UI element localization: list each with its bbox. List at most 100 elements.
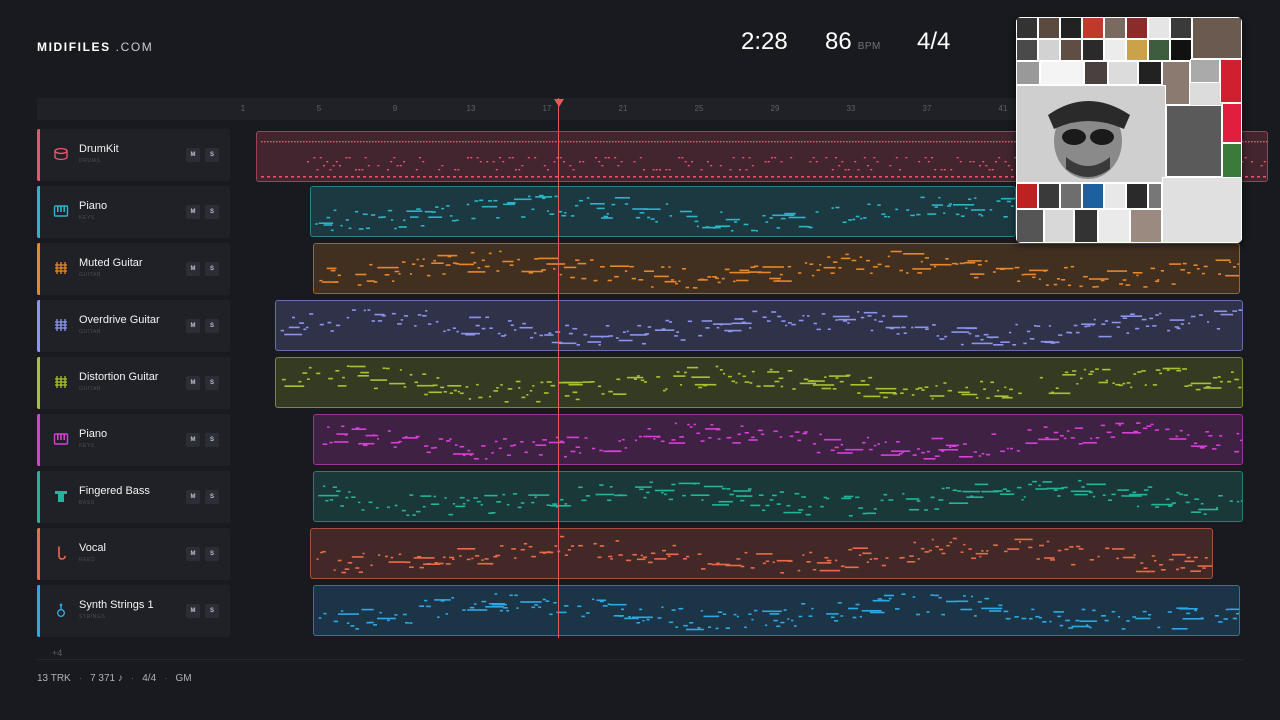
ruler-tick: 1 [240,104,246,113]
brand-logo[interactable]: MIDIFILES .COM [37,40,153,54]
solo-button[interactable]: S [205,604,219,618]
guitar-fretboard-icon [53,317,69,333]
track-color-bar [37,129,40,181]
track-header[interactable]: Distortion Guitar GUITAR M S [37,357,230,409]
midi-clip[interactable] [313,414,1243,465]
solo-button[interactable]: S [205,547,219,561]
midi-clip[interactable] [310,528,1213,579]
ruler-tick: 41 [998,104,1008,113]
mute-button[interactable]: M [186,262,200,276]
midi-standard: GM [175,673,192,684]
solo-button[interactable]: S [205,490,219,504]
mute-button[interactable]: M [186,205,200,219]
track-count: 13 TRK [37,673,71,684]
collage-portrait [1026,95,1156,179]
mute-button[interactable]: M [186,490,200,504]
collage-photo [1130,209,1162,243]
track-header[interactable]: DrumKit DRUMS M S [37,129,230,181]
stats-signature: 4/4 [142,673,157,684]
time-signature: 4/4 [917,28,951,55]
mute-button[interactable]: M [186,376,200,390]
collage-photo [1016,209,1044,243]
solo-button[interactable]: S [205,262,219,276]
midi-clip[interactable] [275,300,1243,351]
track-header[interactable]: Vocal REED M S [37,528,230,580]
ruler-tick: 17 [542,104,552,113]
track-name: Fingered Bass [79,485,150,497]
clip-notes [322,422,1242,460]
collage-photo [1038,17,1060,39]
track-instrument-group: DRUMS [79,158,101,164]
track-color-bar [37,585,40,637]
ruler-tick: 37 [922,104,932,113]
collage-photo [1108,61,1138,85]
collage-photo [1190,59,1220,83]
collage-photo [1148,39,1170,61]
collage-photo [1098,209,1130,243]
track-instrument-group: KEYS [79,443,95,449]
collage-photo [1038,39,1060,61]
playback-time: 2:28 [741,28,788,55]
mute-button[interactable]: M [186,604,200,618]
collage-photo [1044,209,1074,243]
collage-photo [1166,105,1222,177]
clip-notes [280,309,1242,346]
track-instrument-group: REED [79,557,96,563]
clip-notes [281,365,1242,403]
mute-button[interactable]: M [186,319,200,333]
mute-button[interactable]: M [186,547,200,561]
solo-button[interactable]: S [205,433,219,447]
collage-photo [1016,17,1038,39]
track-header[interactable]: Overdrive Guitar GUITAR M S [37,300,230,352]
solo-button[interactable]: S [205,205,219,219]
track-instrument-group: BASS [79,500,95,506]
collage-photo [1104,17,1126,39]
collage-photo [1040,61,1084,85]
saxophone-icon [53,545,69,561]
track-name: DrumKit [79,143,119,155]
album-art-collage [1016,17,1242,243]
track-name: Piano [79,200,108,212]
track-instrument-group: GUITAR [79,386,102,392]
collage-photo [1220,59,1242,103]
track-instrument-group: GUITAR [79,329,102,335]
collage-photo [1126,39,1148,61]
midi-clip[interactable] [275,357,1243,408]
collage-photo [1016,183,1038,209]
solo-button[interactable]: S [205,148,219,162]
solo-button[interactable]: S [205,319,219,333]
collage-photo [1104,183,1126,209]
playhead-handle[interactable] [554,99,564,107]
file-stats: 13 TRK · 7 371 ♪ · 4/4 · GM [37,673,192,684]
collage-photo [1148,183,1162,209]
tempo-display: 86 BPM [825,28,881,56]
mute-button[interactable]: M [186,148,200,162]
piano-icon [53,203,69,219]
midi-clip[interactable] [313,471,1243,522]
track-header[interactable]: Piano KEYS M S [37,186,230,238]
clip-notes [316,535,1212,574]
track-header[interactable]: Muted Guitar GUITAR M S [37,243,230,295]
midi-clip[interactable] [313,585,1240,636]
solo-button[interactable]: S [205,376,219,390]
bass-icon [53,488,69,504]
track-name: Muted Guitar [79,257,143,269]
more-tracks-indicator[interactable]: +4 [52,648,62,658]
clip-notes [318,593,1239,631]
playhead[interactable] [558,98,559,638]
track-header[interactable]: Piano KEYS M S [37,414,230,466]
ruler-tick: 9 [392,104,398,113]
collage-photo [1082,183,1104,209]
collage-photo [1162,61,1190,105]
ruler-tick: 21 [618,104,628,113]
track-header[interactable]: Fingered Bass BASS M S [37,471,230,523]
collage-photo [1074,209,1098,243]
track-header[interactable]: Synth Strings 1 STRINGS M S [37,585,230,637]
midi-clip[interactable] [310,186,1016,237]
clip-notes [318,479,1242,517]
note-count: 7 371 ♪ [90,673,123,684]
collage-photo [1016,39,1038,61]
track-color-bar [37,357,40,409]
midi-clip[interactable] [313,243,1240,294]
mute-button[interactable]: M [186,433,200,447]
